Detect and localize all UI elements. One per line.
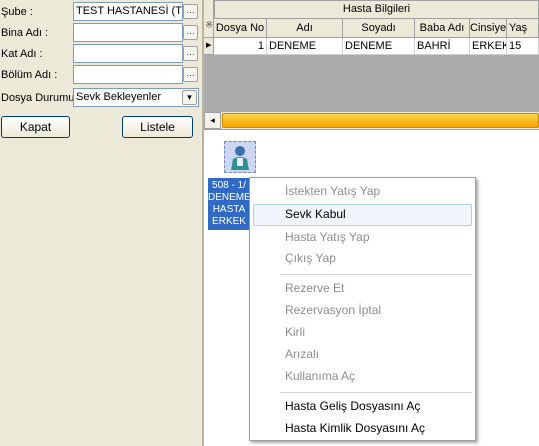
- sube-row: Şube : TEST HASTANESİ (TEST) …: [0, 2, 202, 22]
- bed-label-line: HASTA: [212, 204, 246, 215]
- kapat-button[interactable]: Kapat: [1, 116, 70, 138]
- bed-label-line: 508 - 1/: [212, 180, 246, 191]
- row-indicator-icon[interactable]: ▶: [204, 38, 214, 55]
- cell-soyadi[interactable]: DENEME: [343, 38, 415, 55]
- menu-item-cikis-yap[interactable]: Çıkış Yap: [253, 248, 472, 270]
- bed-label-line: ERKEK: [212, 216, 246, 227]
- kat-label: Kat Adı :: [1, 48, 43, 60]
- bolum-field[interactable]: [73, 65, 183, 84]
- scroll-left-icon[interactable]: ◂: [204, 112, 221, 129]
- menu-item-arizali[interactable]: Arızalı: [253, 344, 472, 366]
- menu-separator: [280, 392, 472, 393]
- bolum-lookup-button[interactable]: …: [183, 67, 198, 82]
- bina-field[interactable]: [73, 23, 183, 42]
- bina-row: Bina Adı : …: [0, 23, 202, 43]
- grid-caption: Hasta Bilgileri: [214, 0, 539, 19]
- menu-item-kirli[interactable]: Kirli: [253, 322, 472, 344]
- bed-label[interactable]: 508 - 1/ DENEME HASTA ERKEK: [208, 178, 250, 230]
- cell-adi[interactable]: DENEME: [267, 38, 343, 55]
- kat-row: Kat Adı : …: [0, 44, 202, 64]
- menu-separator: [280, 274, 472, 275]
- column-header-adi[interactable]: Adı: [267, 19, 343, 38]
- grid-corner: ※: [204, 0, 214, 38]
- column-header-dosya-no[interactable]: Dosya No: [214, 19, 267, 38]
- bina-label: Bina Adı :: [1, 27, 49, 39]
- new-row-icon: ※: [205, 20, 214, 31]
- menu-item-istekten-yatis[interactable]: İstekten Yatış Yap: [253, 181, 472, 203]
- sube-field[interactable]: TEST HASTANESİ (TEST): [73, 2, 183, 21]
- column-header-yas[interactable]: Yaş: [507, 19, 539, 38]
- column-header-baba-adi[interactable]: Baba Adı: [415, 19, 470, 38]
- kat-lookup-button[interactable]: …: [183, 46, 198, 61]
- scroll-thumb[interactable]: [222, 113, 539, 128]
- cell-dosya-no[interactable]: 1: [214, 38, 267, 55]
- menu-item-gelis-dosyasi[interactable]: Hasta Geliş Dosyasını Aç: [253, 396, 472, 418]
- durum-label: Dosya Durumu:: [1, 92, 78, 104]
- filter-panel: Şube : TEST HASTANESİ (TEST) … Bina Adı …: [0, 0, 202, 446]
- context-menu: İstekten Yatış Yap Sevk Kabul Hasta Yatı…: [249, 177, 476, 441]
- column-header-soyadi[interactable]: Soyadı: [343, 19, 415, 38]
- menu-item-rezerve-et[interactable]: Rezerve Et: [253, 278, 472, 300]
- bina-lookup-button[interactable]: …: [183, 25, 198, 40]
- durum-value: Sevk Bekleyenler: [76, 91, 161, 103]
- bolum-row: Bölüm Adı : …: [0, 65, 202, 85]
- cell-cinsiyet[interactable]: ERKEK: [470, 38, 507, 55]
- cell-baba-adi[interactable]: BAHRİ: [415, 38, 470, 55]
- menu-item-rezervasyon-iptal[interactable]: Rezervasyon İptal: [253, 300, 472, 322]
- bolum-label: Bölüm Adı :: [1, 69, 58, 81]
- durum-select[interactable]: Sevk Bekleyenler ▾: [73, 88, 199, 107]
- sube-lookup-button[interactable]: …: [183, 4, 198, 19]
- listele-button[interactable]: Listele: [122, 116, 193, 138]
- sube-label: Şube :: [1, 6, 33, 18]
- chevron-down-icon[interactable]: ▾: [182, 90, 197, 105]
- menu-item-sevk-kabul[interactable]: Sevk Kabul: [253, 204, 472, 226]
- kat-field[interactable]: [73, 44, 183, 63]
- horizontal-scrollbar[interactable]: ◂: [204, 112, 539, 129]
- column-header-cinsiyet[interactable]: Cinsiyet: [470, 19, 507, 38]
- patient-icon[interactable]: [224, 141, 256, 173]
- menu-item-hasta-yatis[interactable]: Hasta Yatış Yap: [253, 227, 472, 249]
- menu-item-kimlik-dosyasi[interactable]: Hasta Kimlik Dosyasını Aç: [253, 418, 472, 440]
- patient-grid: Hasta Bilgileri ※ Dosya No Adı Soyadı Ba…: [204, 0, 539, 112]
- durum-row: Dosya Durumu: Sevk Bekleyenler ▾: [0, 88, 202, 108]
- bed-label-line: DENEME: [208, 192, 250, 203]
- menu-item-kullanima-ac[interactable]: Kullanıma Aç: [253, 366, 472, 388]
- cell-yas[interactable]: 15: [507, 38, 539, 55]
